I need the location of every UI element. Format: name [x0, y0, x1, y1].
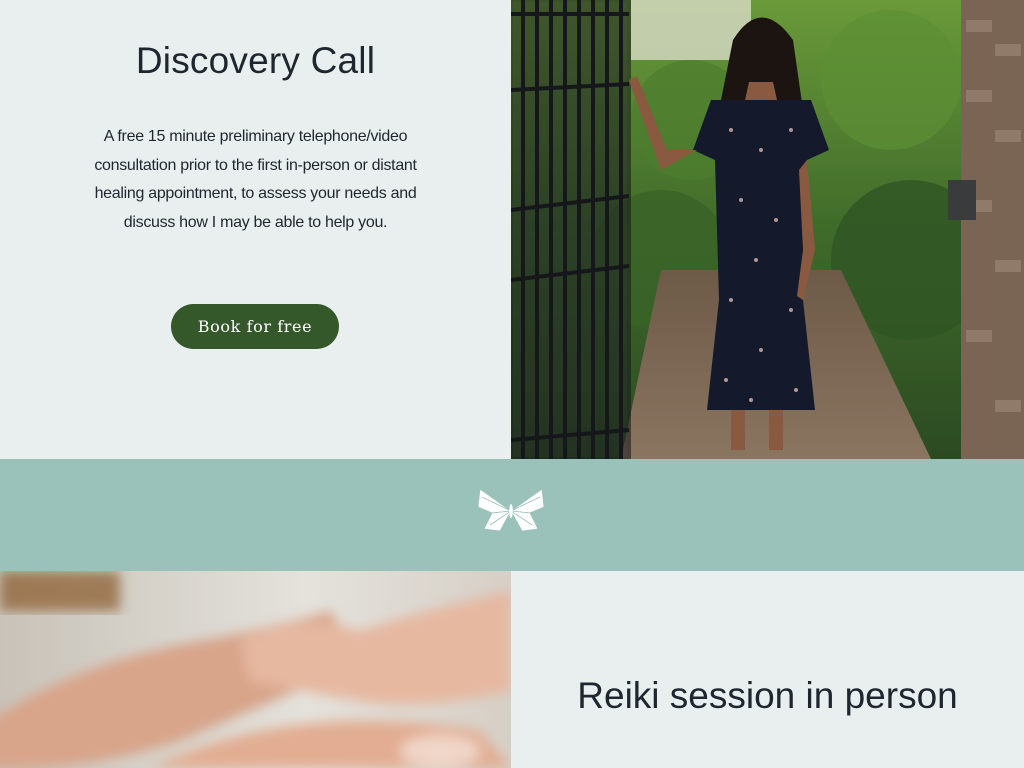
butterfly-icon — [476, 487, 546, 535]
woman-at-gate-photo — [511, 0, 1024, 459]
discovery-panel: Discovery Call A free 15 minute prelimin… — [0, 0, 511, 459]
book-for-free-button[interactable]: Book for free — [171, 304, 339, 349]
reiki-panel: Reiki session in person — [511, 571, 1024, 768]
discovery-description: A free 15 minute preliminary telephone/v… — [94, 128, 417, 232]
reiki-hands-photo — [0, 571, 511, 768]
discovery-section: Discovery Call A free 15 minute prelimin… — [0, 0, 1024, 459]
reiki-title: Reiki session in person — [577, 675, 958, 716]
discovery-title: Discovery Call — [135, 40, 376, 81]
